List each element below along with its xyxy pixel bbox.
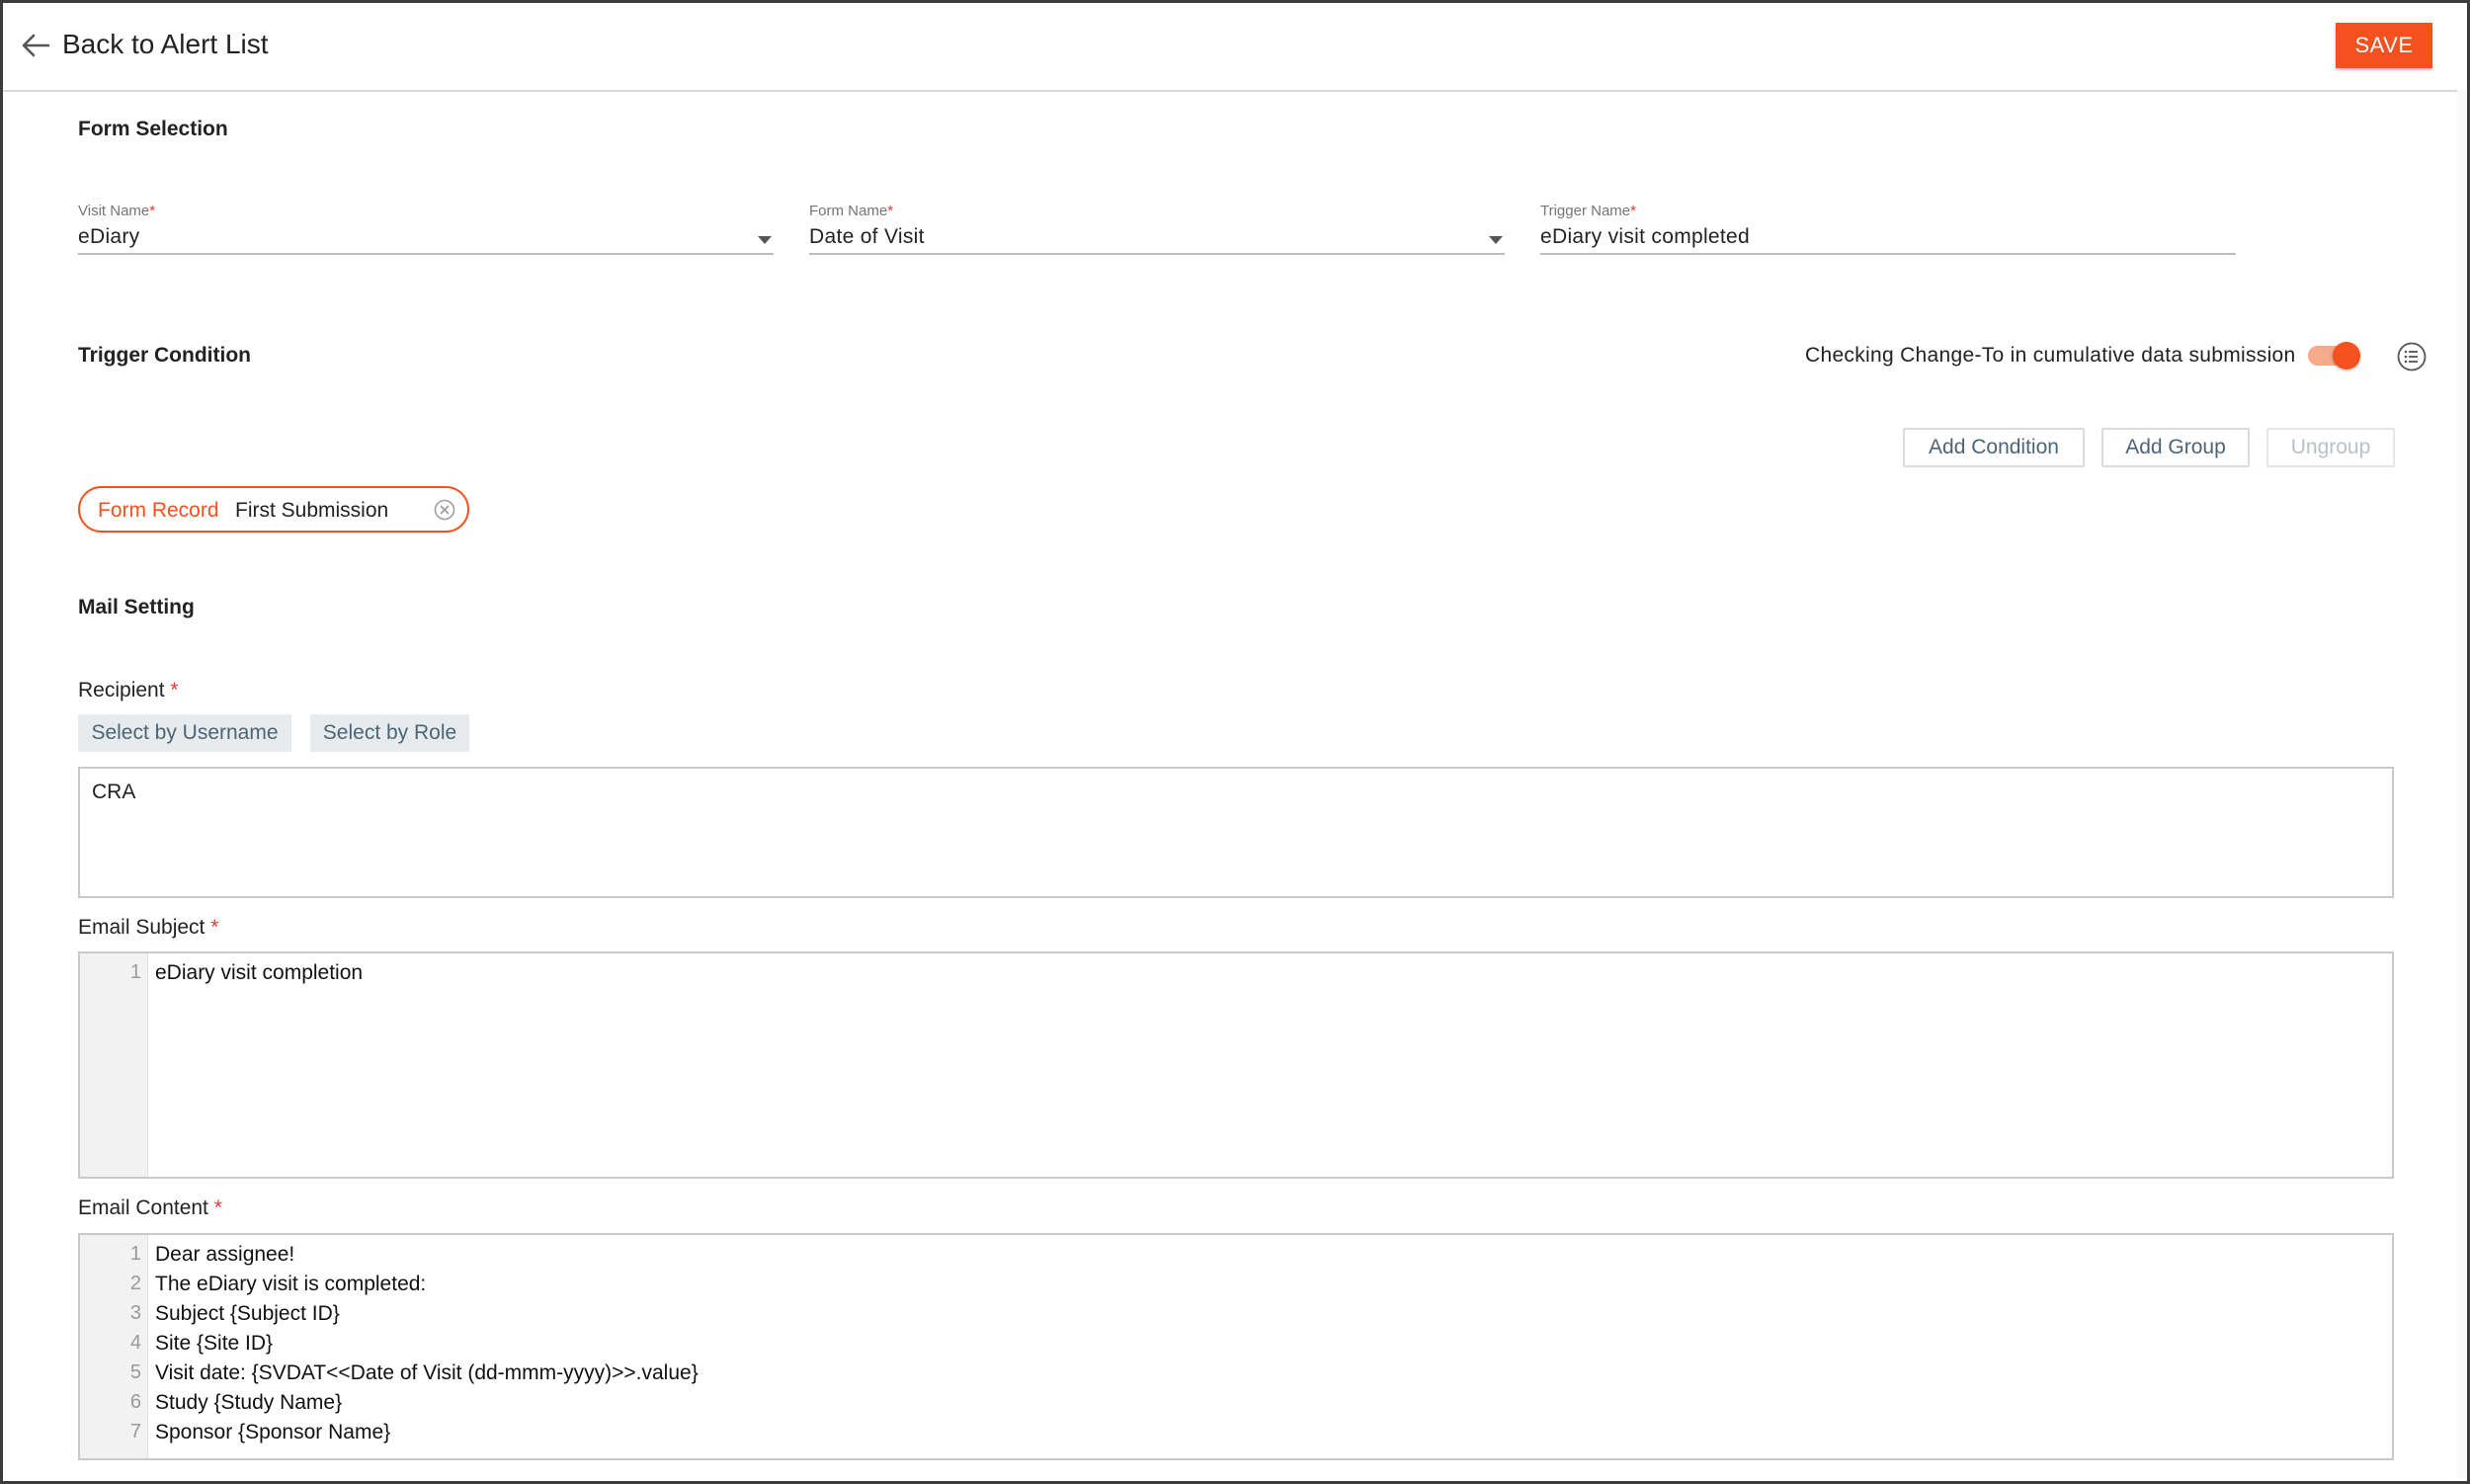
trigger-name-underline — [1540, 253, 2236, 255]
form-name-label: Form Name* — [809, 203, 894, 219]
trigger-name-label: Trigger Name* — [1540, 203, 1636, 219]
mail-setting-title: Mail Setting — [78, 596, 195, 618]
cumulative-check-label: Checking Change-To in cumulative data su… — [1805, 344, 2296, 367]
line-text: Subject {Subject ID} — [155, 1302, 340, 1325]
add-group-button[interactable]: Add Group — [2101, 428, 2250, 467]
required-mark: * — [1630, 203, 1636, 219]
line-number: 4 — [129, 1332, 141, 1354]
scrollbar[interactable] — [2457, 90, 2467, 1478]
code-line: 3 Subject {Subject ID} — [80, 1302, 2392, 1332]
required-mark: * — [887, 203, 894, 219]
form-name-select[interactable]: Date of Visit — [809, 225, 925, 249]
line-text: Dear assignee! — [155, 1243, 295, 1266]
chip-value: First Submission — [235, 499, 389, 522]
close-circle-icon[interactable] — [434, 499, 455, 521]
alert-editor-window: Back to Alert List SAVE Form Selection V… — [0, 0, 2470, 1484]
line-number: 6 — [129, 1391, 141, 1413]
line-text: Sponsor {Sponsor Name} — [155, 1421, 391, 1443]
required-mark: * — [210, 916, 219, 939]
line-text: Study {Study Name} — [155, 1391, 343, 1414]
required-mark: * — [170, 679, 179, 701]
code-line: 4 Site {Site ID} — [80, 1332, 2392, 1361]
line-text: Site {Site ID} — [155, 1332, 274, 1355]
line-number: 7 — [129, 1421, 141, 1443]
visit-name-select[interactable]: eDiary — [78, 225, 139, 249]
code-line: 1 eDiary visit completion — [80, 961, 2392, 991]
email-subject-label: Email Subject * — [78, 916, 219, 939]
form-name-underline — [809, 253, 1505, 255]
recipient-value: CRA — [92, 781, 136, 803]
add-condition-button[interactable]: Add Condition — [1903, 428, 2085, 467]
code-line: 6 Study {Study Name} — [80, 1391, 2392, 1421]
code-line: 2 The eDiary visit is completed: — [80, 1273, 2392, 1302]
email-subject-editor[interactable]: 1 eDiary visit completion — [78, 951, 2394, 1179]
toggle-thumb[interactable] — [2333, 342, 2360, 370]
form-name-dropdown-icon[interactable] — [1489, 236, 1503, 244]
line-number: 1 — [129, 1243, 141, 1265]
line-number: 2 — [129, 1273, 141, 1294]
chip-key: Form Record — [98, 499, 219, 522]
code-line: 7 Sponsor {Sponsor Name} — [80, 1421, 2392, 1450]
trigger-condition-title: Trigger Condition — [78, 344, 251, 367]
condition-chip[interactable]: Form Record First Submission — [78, 486, 469, 533]
back-to-alert-list-link[interactable]: Back to Alert List — [62, 29, 269, 60]
code-line: 5 Visit date: {SVDAT<<Date of Visit (dd-m… — [80, 1361, 2392, 1391]
line-text: The eDiary visit is completed: — [155, 1273, 427, 1295]
line-number: 5 — [129, 1361, 141, 1383]
visit-name-dropdown-icon[interactable] — [758, 236, 772, 244]
form-selection-title: Form Selection — [78, 118, 228, 140]
select-by-username-button[interactable]: Select by Username — [78, 714, 291, 752]
save-button[interactable]: SAVE — [2336, 23, 2432, 68]
arrow-left-icon[interactable] — [19, 29, 52, 62]
trigger-name-input[interactable]: eDiary visit completed — [1540, 225, 1750, 249]
required-mark: * — [213, 1196, 222, 1219]
recipient-label: Recipient * — [78, 679, 179, 701]
email-content-label: Email Content * — [78, 1196, 222, 1219]
line-number: 3 — [129, 1302, 141, 1324]
line-number: 1 — [129, 961, 141, 983]
line-text: Visit date: {SVDAT<<Date of Visit (dd-mm… — [155, 1361, 699, 1384]
email-content-editor[interactable]: 1 Dear assignee! 2 The eDiary visit is com… — [78, 1233, 2394, 1460]
visit-name-label: Visit Name* — [78, 203, 156, 219]
visit-name-underline — [78, 253, 774, 255]
list-view-icon[interactable] — [2396, 341, 2428, 372]
select-by-role-button[interactable]: Select by Role — [310, 714, 469, 752]
code-line: 1 Dear assignee! — [80, 1243, 2392, 1273]
required-mark: * — [149, 203, 156, 219]
ungroup-button[interactable]: Ungroup — [2266, 428, 2395, 467]
recipient-field[interactable]: CRA — [78, 767, 2394, 898]
line-text: eDiary visit completion — [155, 961, 364, 984]
top-bar: Back to Alert List SAVE — [3, 3, 2467, 92]
